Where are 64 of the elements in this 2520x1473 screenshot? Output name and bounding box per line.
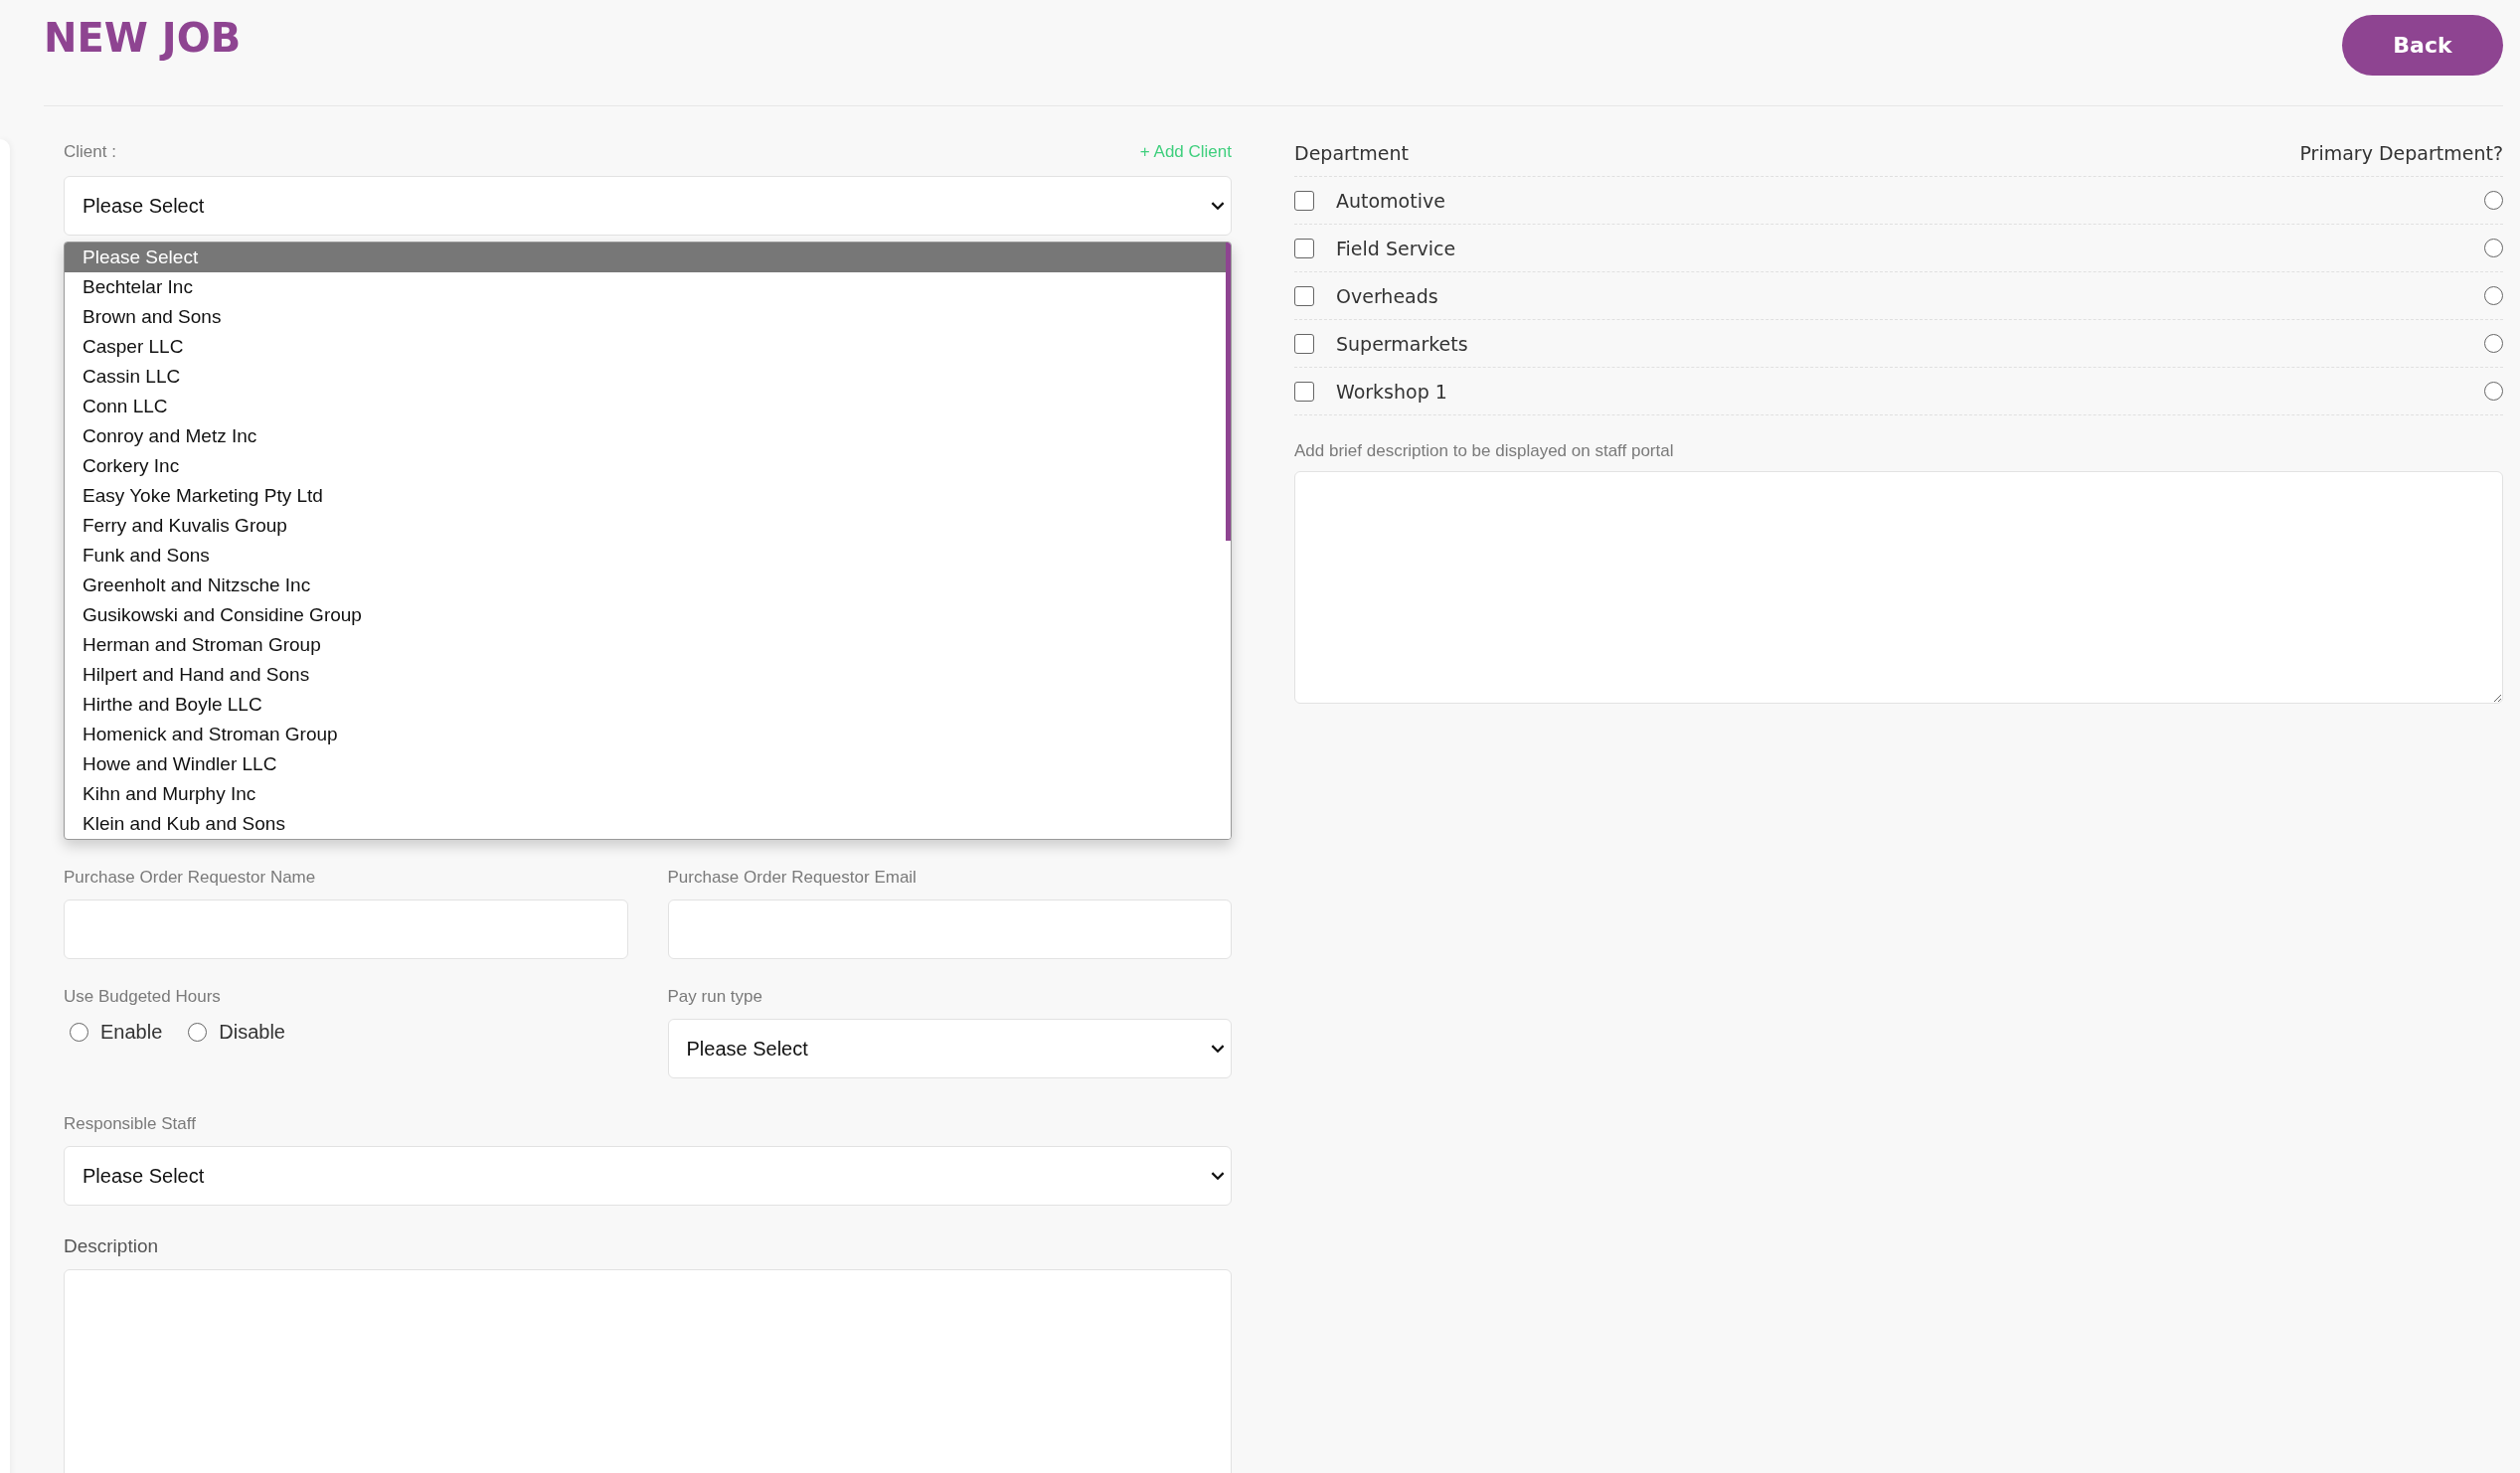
responsible-staff-label: Responsible Staff [64,1114,197,1134]
budgeted-hours-label: Use Budgeted Hours [64,987,222,1007]
department-name: Supermarkets [1336,332,1469,355]
primary-radio[interactable] [2484,191,2503,210]
checkbox[interactable] [1294,190,1314,211]
client-option[interactable]: Bechtelar Inc [65,272,1226,302]
po-requestor-email-label: Purchase Order Requestor Email [667,868,918,888]
client-option[interactable]: Funk and Sons [65,541,1226,571]
client-select[interactable]: Please Select [64,176,1232,236]
radio-option[interactable]: Enable [70,1021,163,1044]
primary-radio[interactable] [2484,334,2503,353]
department-name: Automotive [1336,189,1446,212]
client-option[interactable]: Klein and Kub and Sons [65,809,1226,839]
radio-label: Enable [100,1021,163,1044]
page-title: NEW JOB [44,15,242,61]
client-option[interactable]: Ferry and Kuvalis Group [65,511,1226,541]
client-option[interactable]: Corkery Inc [65,451,1226,481]
back-button[interactable]: Back [2342,14,2503,76]
radio-icon[interactable] [188,1023,208,1042]
client-option[interactable]: Easy Yoke Marketing Pty Ltd [65,481,1226,511]
radio-icon[interactable] [70,1023,88,1042]
primary-radio[interactable] [2484,382,2503,401]
responsible-staff-select[interactable]: Please Select [64,1146,1232,1206]
department-name: Workshop 1 [1336,380,1448,403]
client-option[interactable]: Conroy and Metz Inc [65,421,1226,451]
description-label: Description [64,1235,160,1257]
department-name: Overheads [1336,284,1439,307]
client-option[interactable]: Kihn and Murphy Inc [65,779,1226,809]
client-option[interactable]: Please Select [65,243,1226,272]
department-header: Department [1294,142,1409,164]
client-option[interactable]: Casper LLC [65,332,1226,362]
po-requestor-email-field[interactable] [667,900,1232,959]
chevron-down-icon [1211,1171,1225,1181]
chevron-down-icon [1211,201,1225,211]
chevron-down-icon [1211,1044,1225,1054]
client-option[interactable]: Conn LLC [65,392,1226,421]
pay-run-type-label: Pay run type [667,987,763,1007]
portal-description-label: Add brief description to be displayed on staff portal [1294,441,1675,461]
client-option[interactable]: Homenick and Stroman Group [65,720,1226,749]
client-option[interactable]: Howe and Windler LLC [65,749,1226,779]
checkbox[interactable] [1294,238,1314,258]
po-requestor-name-label: Purchase Order Requestor Name [64,868,317,888]
client-label: Client : [64,142,116,162]
description-field[interactable] [64,1269,1232,1473]
client-option[interactable]: Hilpert and Hand and Sons [65,660,1226,690]
client-option[interactable]: Hirthe and Boyle LLC [65,690,1226,720]
radio-option[interactable]: Disable [188,1021,285,1044]
client-option[interactable]: Greenholt and Nitzsche Inc [65,571,1226,600]
primary-radio[interactable] [2484,239,2503,257]
client-option[interactable]: Brown and Sons [65,302,1226,332]
po-requestor-name-field[interactable] [64,900,628,959]
portal-description-field[interactable] [1294,471,2503,704]
primary-department-header: Primary Department? [2299,142,2503,164]
department-name: Field Service [1336,237,1457,259]
primary-radio[interactable] [2484,286,2503,305]
client-option[interactable]: Gusikowski and Considine Group [65,600,1226,630]
client-option[interactable]: Cassin LLC [65,362,1226,392]
pay-run-type-select[interactable]: Please Select [667,1019,1232,1078]
checkbox[interactable] [1294,333,1314,354]
checkbox[interactable] [1294,381,1314,402]
scrollbar-thumb[interactable] [1226,243,1231,541]
radio-label: Disable [219,1021,285,1044]
checkbox[interactable] [1294,285,1314,306]
client-option[interactable]: Herman and Stroman Group [65,630,1226,660]
